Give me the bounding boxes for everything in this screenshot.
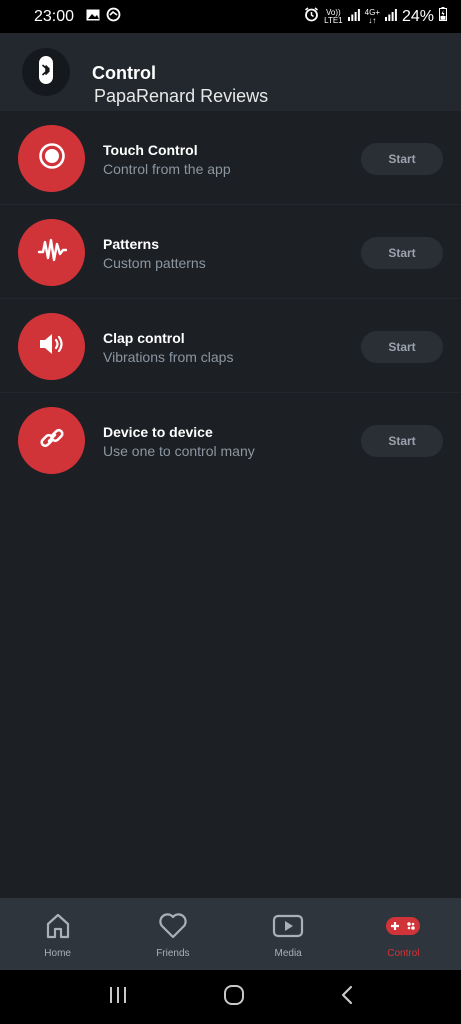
play-icon <box>272 910 304 942</box>
item-title: Clap control <box>103 330 185 346</box>
battery-text: 24% <box>401 7 434 25</box>
link-icon <box>38 424 66 457</box>
touch-control-icon-badge <box>18 125 85 192</box>
gamepad-icon <box>385 910 421 942</box>
nav-label: Home <box>44 948 71 959</box>
item-title: Patterns <box>103 236 160 252</box>
control-list: Touch Control Control from the app Start… <box>0 111 461 487</box>
bluetooth-icon <box>36 55 56 90</box>
battery-icon <box>439 7 447 26</box>
wave-icon <box>37 236 67 269</box>
status-bar: 23:00 Vo)) LTE1 4G+ ↓↑ 24% <box>0 0 461 33</box>
bottom-nav: Home Friends Media Control <box>0 898 461 970</box>
page-subtitle: PapaRenard Reviews <box>94 86 269 106</box>
nav-label: Media <box>274 948 302 959</box>
speaker-icon <box>38 332 66 361</box>
item-subtitle: Custom patterns <box>103 255 206 271</box>
status-time: 23:00 <box>34 7 75 25</box>
bluetooth-button[interactable] <box>22 48 70 96</box>
page-title: Control <box>92 63 156 83</box>
item-title: Device to device <box>103 424 213 440</box>
heart-icon <box>158 910 188 942</box>
nav-item-friends[interactable]: Friends <box>115 898 230 970</box>
item-subtitle: Control from the app <box>103 161 231 177</box>
nav-label: Control <box>387 948 420 959</box>
nav-item-media[interactable]: Media <box>231 898 346 970</box>
signal-icon <box>384 8 397 26</box>
clap-control-icon-badge <box>18 313 85 380</box>
signal-icon <box>347 8 360 26</box>
list-item[interactable]: Patterns Custom patterns Start <box>0 205 461 299</box>
device-to-device-icon-badge <box>18 407 85 474</box>
nav-label: Friends <box>156 948 190 959</box>
list-item[interactable]: Clap control Vibrations from claps Start <box>0 299 461 393</box>
home-button-icon[interactable] <box>222 983 246 1012</box>
patterns-icon-badge <box>18 219 85 286</box>
app-header: Control PapaRenard Reviews <box>0 33 461 111</box>
home-icon <box>44 910 72 942</box>
clap-control-start-button[interactable]: Start <box>361 331 443 363</box>
alarm-icon <box>304 6 319 27</box>
item-subtitle: Vibrations from claps <box>103 349 234 365</box>
system-nav-bar <box>0 970 461 1024</box>
back-icon[interactable] <box>339 984 355 1011</box>
patterns-start-button[interactable]: Start <box>361 237 443 269</box>
list-item[interactable]: Device to device Use one to control many… <box>0 393 461 487</box>
network-indicator: 4G+ ↓↑ <box>364 7 380 25</box>
recent-apps-icon[interactable] <box>107 985 129 1010</box>
nav-item-control[interactable]: Control <box>346 898 461 970</box>
item-subtitle: Use one to control many <box>103 443 255 459</box>
nav-item-home[interactable]: Home <box>0 898 115 970</box>
touch-control-start-button[interactable]: Start <box>361 143 443 175</box>
sync-icon <box>106 7 121 27</box>
record-icon <box>38 142 66 175</box>
device-to-device-start-button[interactable]: Start <box>361 425 443 457</box>
volte-indicator: Vo)) LTE1 <box>324 7 343 25</box>
list-item[interactable]: Touch Control Control from the app Start <box>0 111 461 205</box>
item-title: Touch Control <box>103 142 198 158</box>
gallery-icon <box>86 8 100 26</box>
